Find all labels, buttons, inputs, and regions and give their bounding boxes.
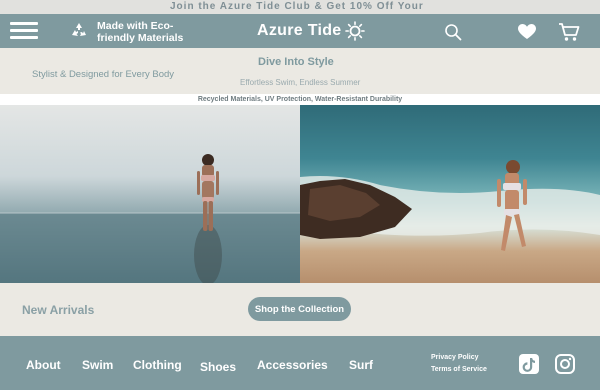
sun-icon: [345, 21, 365, 41]
brand-logo[interactable]: Azure Tide: [257, 22, 342, 40]
eco-friendly-label: Made with Eco-friendly Materials: [97, 20, 184, 44]
site-header: Made with Eco-friendly Materials Azure T…: [0, 14, 600, 48]
footer-link-accessories[interactable]: Accessories: [257, 358, 328, 372]
footer-link-about[interactable]: About: [26, 358, 61, 372]
hero-photo-calm-sea: [0, 105, 300, 283]
footer-link-shoes[interactable]: Shoes: [200, 360, 236, 374]
site-footer: About Swim Clothing Shoes Accessories Su…: [0, 336, 600, 390]
menu-icon[interactable]: [10, 22, 38, 40]
new-arrivals-section: New Arrivals Shop the Collection: [0, 283, 600, 336]
tagline-left: Stylist & Designed for Every Body: [32, 69, 175, 80]
hero-title: Dive Into Style: [258, 56, 334, 68]
footer-link-surf[interactable]: Surf: [349, 358, 373, 372]
footer-link-swim[interactable]: Swim: [82, 358, 113, 372]
new-arrivals-title: New Arrivals: [22, 303, 95, 317]
hero-images: [0, 105, 600, 283]
footer-link-clothing[interactable]: Clothing: [133, 358, 182, 372]
feature-strip: Recycled Materials, UV Protection, Water…: [0, 94, 600, 105]
terms-link[interactable]: Terms of Service: [431, 366, 487, 373]
instagram-icon[interactable]: [555, 354, 575, 374]
shop-collection-button[interactable]: Shop the Collection: [248, 297, 351, 321]
recycle-icon: [72, 23, 86, 36]
heart-icon[interactable]: [518, 24, 536, 40]
hero-photo-beach: [300, 105, 600, 283]
promo-banner[interactable]: Join the Azure Tide Club & Get 10% Off Y…: [0, 0, 600, 14]
search-icon[interactable]: [444, 23, 462, 41]
cart-icon[interactable]: [558, 22, 580, 42]
tiktok-icon[interactable]: [519, 354, 539, 374]
hero-subtitle: Effortless Swim, Endless Summer: [240, 78, 361, 87]
tagline-section: Stylist & Designed for Every Body Dive I…: [0, 48, 600, 94]
promo-banner-text: Join the Azure Tide Club & Get 10% Off Y…: [170, 1, 424, 12]
privacy-policy-link[interactable]: Privacy Policy: [431, 354, 478, 361]
